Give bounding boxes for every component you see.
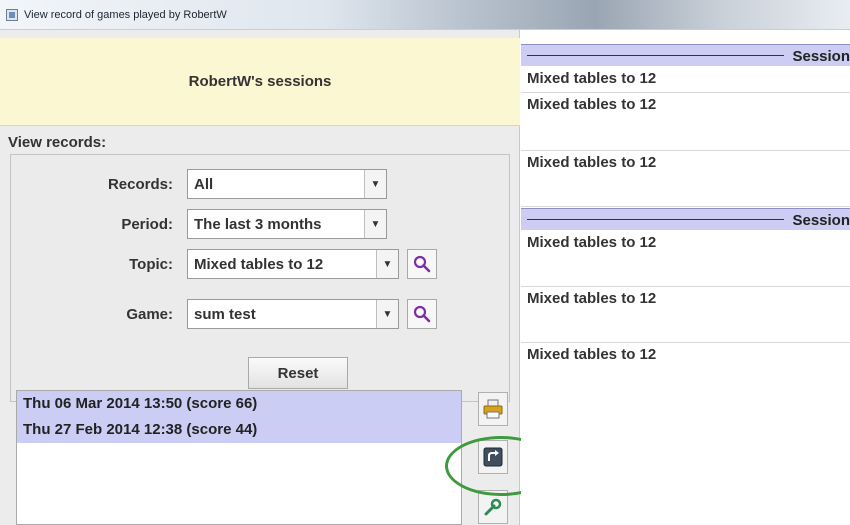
- session-header-label: Session: [792, 48, 850, 65]
- wrench-icon: [484, 498, 502, 516]
- entry-topic: Mixed tables to 12: [527, 234, 657, 251]
- printer-icon: [483, 399, 503, 419]
- topic-value: Mixed tables to 12: [194, 255, 324, 273]
- app-icon: [6, 8, 18, 21]
- sessions-list[interactable]: Thu 06 Mar 2014 13:50 (score 66) Thu 27 …: [16, 390, 462, 525]
- session-header: Session: [521, 44, 850, 66]
- game-row: Game: sum test ▼: [11, 299, 511, 329]
- chevron-down-icon[interactable]: ▼: [364, 210, 386, 238]
- period-value: The last 3 months: [194, 215, 322, 233]
- topic-row: Topic: Mixed tables to 12 ▼: [11, 249, 511, 279]
- search-icon: [413, 255, 431, 273]
- records-label: Records:: [107, 176, 173, 193]
- title-bar: View record of games played by RobertW: [0, 0, 850, 30]
- session-header: Session: [521, 208, 850, 230]
- list-item[interactable]: Thu 06 Mar 2014 13:50 (score 66): [17, 391, 461, 417]
- table-row: Mixed tables to 12: [521, 151, 850, 207]
- left-panel: RobertW's sessions View records: Records…: [0, 30, 520, 525]
- sessions-header: RobertW's sessions: [0, 38, 520, 126]
- view-records-label: View records:: [8, 134, 107, 151]
- table-row: Mixed tables to 12: [521, 93, 850, 151]
- game-search-button[interactable]: [407, 299, 437, 329]
- records-value: All: [194, 175, 214, 193]
- game-label: Game:: [126, 306, 173, 323]
- records-row: Records: All ▼: [11, 169, 511, 199]
- game-value: sum test: [194, 305, 256, 323]
- records-select[interactable]: All ▼: [187, 169, 387, 199]
- entry-topic: Mixed tables to 12: [527, 154, 657, 171]
- print-button[interactable]: [478, 392, 508, 426]
- divider: [527, 219, 784, 220]
- session-header-label: Session: [792, 212, 850, 229]
- chevron-down-icon[interactable]: ▼: [376, 250, 398, 278]
- chevron-down-icon[interactable]: ▼: [376, 300, 398, 328]
- period-select[interactable]: The last 3 months ▼: [187, 209, 387, 239]
- table-row: Mixed tables to 12: [521, 287, 850, 343]
- table-row: Mixed tables to 12: [521, 231, 850, 287]
- divider: [527, 55, 784, 56]
- topic-label: Topic:: [129, 256, 173, 273]
- session-detail-panel: Session Mixed tables to 12 Mixed tables …: [521, 30, 850, 525]
- game-select[interactable]: sum test ▼: [187, 299, 399, 329]
- filter-box: Records: All ▼ Period: The last 3 months…: [10, 154, 510, 402]
- list-item[interactable]: Thu 27 Feb 2014 12:38 (score 44): [17, 417, 461, 443]
- entry-topic: Mixed tables to 12: [527, 290, 657, 307]
- entry-topic: Mixed tables to 12: [527, 96, 657, 113]
- entry-topic: Mixed tables to 12: [527, 70, 657, 87]
- period-label: Period:: [121, 216, 173, 233]
- period-row: Period: The last 3 months ▼: [11, 209, 511, 239]
- search-icon: [413, 305, 431, 323]
- page-title: RobertW's sessions: [188, 73, 332, 90]
- topic-select[interactable]: Mixed tables to 12 ▼: [187, 249, 399, 279]
- topic-search-button[interactable]: [407, 249, 437, 279]
- window-title: View record of games played by RobertW: [24, 8, 227, 21]
- entry-topic: Mixed tables to 12: [527, 346, 657, 363]
- table-row: Mixed tables to 12: [521, 343, 850, 399]
- table-row: Mixed tables to 12: [521, 67, 850, 93]
- chevron-down-icon[interactable]: ▼: [364, 170, 386, 198]
- reset-button[interactable]: Reset: [248, 357, 348, 389]
